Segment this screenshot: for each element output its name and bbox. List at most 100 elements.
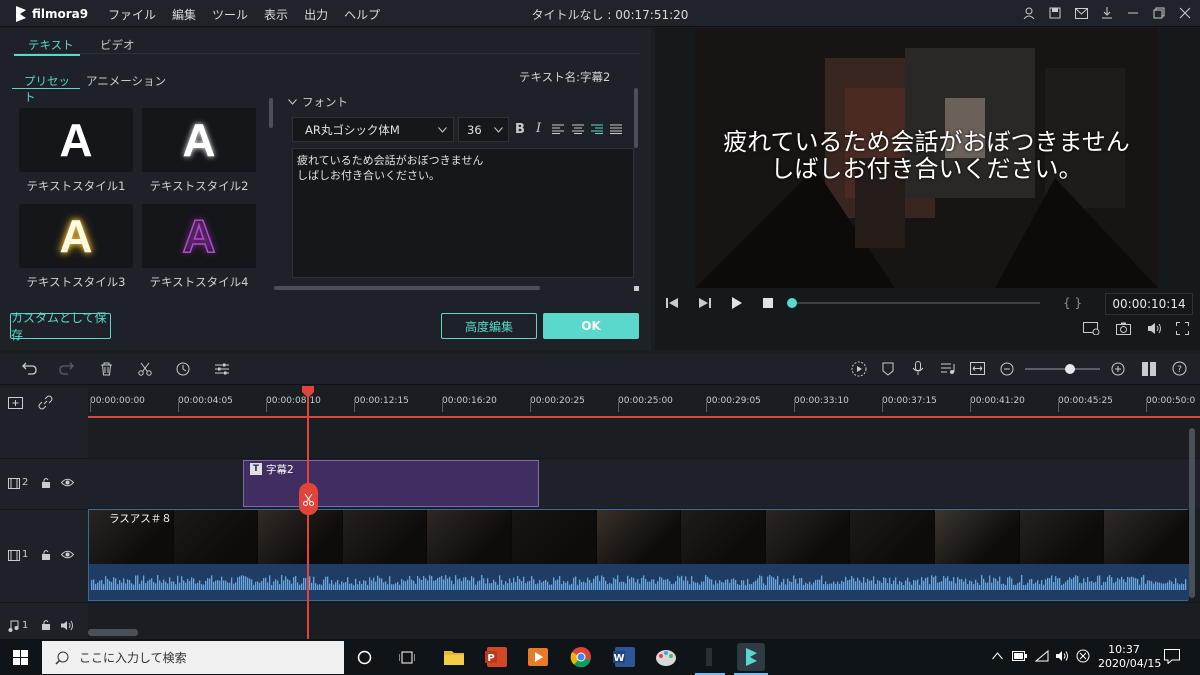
windows-start-icon[interactable] — [13, 650, 28, 665]
align-left-icon[interactable] — [552, 124, 564, 134]
font-family-select[interactable]: AR丸ゴシック体M — [292, 117, 454, 142]
eye-icon[interactable] — [61, 478, 74, 487]
speaker-icon[interactable] — [60, 620, 74, 631]
playback-slider[interactable] — [787, 298, 1040, 308]
ok-button[interactable]: OK — [543, 313, 639, 339]
prev-frame-icon[interactable] — [665, 297, 679, 309]
marker-icon[interactable] — [882, 362, 894, 376]
undo-icon[interactable] — [22, 362, 37, 375]
style-tile-1[interactable]: A テキストスタイル1 — [19, 108, 133, 194]
advanced-edit-button[interactable]: 高度編集 — [441, 313, 537, 339]
in-out-markers[interactable]: { } — [1063, 296, 1082, 310]
menu-help[interactable]: ヘルプ — [336, 6, 388, 23]
align-right-icon[interactable] — [591, 124, 603, 134]
menu-edit[interactable]: 編集 — [164, 6, 204, 23]
styles-scrollbar[interactable] — [269, 98, 273, 128]
playback-knob[interactable] — [787, 298, 797, 308]
next-frame-icon[interactable] — [698, 297, 712, 309]
lock-icon[interactable] — [41, 549, 51, 561]
account-icon[interactable] — [1020, 4, 1038, 22]
filmora-taskbar-icon[interactable] — [737, 643, 765, 671]
powerpoint-icon[interactable]: P — [482, 643, 510, 671]
redo-icon[interactable] — [59, 362, 74, 375]
taskbar-search-box[interactable]: ここに入力して検索 — [42, 641, 344, 674]
save-icon[interactable] — [1046, 4, 1064, 22]
playhead-handle[interactable] — [302, 386, 314, 398]
horizontal-scrollbar[interactable] — [274, 286, 540, 290]
save-custom-button[interactable]: カスタムとして保存 — [10, 311, 111, 342]
battery-icon[interactable] — [1012, 651, 1027, 661]
link-icon[interactable] — [38, 395, 53, 410]
microphone-icon[interactable] — [912, 361, 924, 376]
zoom-slider[interactable] — [1025, 364, 1100, 374]
snapshot-icon[interactable] — [1116, 322, 1131, 335]
chevron-up-icon[interactable] — [992, 652, 1003, 660]
tab-text[interactable]: テキスト — [28, 37, 74, 53]
fit-timeline-icon[interactable] — [970, 362, 985, 375]
subtab-preset[interactable]: プリセット — [24, 73, 80, 105]
tab-video[interactable]: ビデオ — [100, 37, 135, 53]
notification-icon[interactable] — [1164, 649, 1180, 664]
word-icon[interactable]: W — [610, 643, 638, 671]
ime-icon[interactable] — [1076, 649, 1090, 663]
app-icon[interactable] — [695, 643, 723, 671]
minimize-icon[interactable] — [1124, 4, 1142, 22]
play-icon[interactable] — [731, 297, 743, 309]
voiceover-icon[interactable] — [941, 362, 955, 375]
help-icon[interactable]: ? — [1172, 361, 1187, 376]
style-tile-3[interactable]: A テキストスタイル3 — [19, 204, 133, 290]
cortana-icon[interactable] — [357, 650, 372, 665]
lock-icon[interactable] — [41, 619, 51, 631]
file-explorer-icon[interactable] — [440, 643, 468, 671]
zoom-knob[interactable] — [1065, 364, 1075, 374]
paint-icon[interactable] — [652, 643, 680, 671]
video-player-icon[interactable] — [524, 643, 552, 671]
font-section-header[interactable]: フォント — [288, 94, 348, 110]
speed-icon[interactable] — [176, 362, 190, 376]
chrome-icon[interactable] — [567, 643, 595, 671]
bold-button[interactable]: B — [515, 122, 525, 137]
system-volume-icon[interactable] — [1055, 650, 1070, 662]
render-preview-icon[interactable] — [1083, 322, 1100, 335]
close-icon[interactable] — [1176, 4, 1194, 22]
video-clip[interactable]: ラスアス＃８ — [88, 509, 1189, 601]
fullscreen-icon[interactable] — [1176, 322, 1189, 335]
resize-handle[interactable] — [634, 286, 639, 291]
menu-export[interactable]: 出力 — [296, 6, 336, 23]
title-clip[interactable]: T 字幕2 — [243, 460, 539, 507]
render-icon[interactable] — [851, 361, 867, 377]
menu-tools[interactable]: ツール — [204, 6, 256, 23]
eye-icon[interactable] — [61, 550, 74, 559]
text-content-area[interactable]: 疲れているため会話がおぼつきません しばしお付き合いください。 — [292, 148, 634, 278]
add-track-icon[interactable] — [8, 395, 25, 410]
split-view-icon[interactable] — [1141, 361, 1157, 377]
timeline-vscrollbar[interactable] — [1189, 428, 1195, 598]
menu-file[interactable]: ファイル — [100, 6, 164, 23]
style-tile-4[interactable]: A テキストスタイル4 — [142, 204, 256, 290]
italic-button[interactable]: I — [536, 121, 541, 136]
align-justify-icon[interactable] — [610, 124, 622, 134]
task-view-icon[interactable] — [399, 650, 415, 665]
timeline-hscrollbar[interactable] — [88, 629, 138, 636]
zoom-out-icon[interactable] — [1000, 362, 1014, 376]
subtab-animation[interactable]: アニメーション — [86, 73, 166, 89]
stop-icon[interactable] — [762, 297, 774, 309]
adjust-icon[interactable] — [215, 362, 229, 376]
wifi-icon[interactable] — [1035, 650, 1049, 662]
download-icon[interactable] — [1098, 4, 1116, 22]
zoom-in-icon[interactable] — [1111, 362, 1125, 376]
font-size-select[interactable]: 36 — [458, 117, 509, 142]
time-ruler[interactable]: 00:00:00:00 00:00:04:05 00:00:08:10 00:00:1… — [88, 386, 1200, 416]
align-center-icon[interactable] — [572, 124, 584, 134]
volume-icon[interactable] — [1147, 322, 1162, 335]
restore-icon[interactable] — [1150, 4, 1168, 22]
lock-icon[interactable] — [41, 477, 51, 489]
delete-icon[interactable] — [100, 362, 113, 376]
menu-view[interactable]: 表示 — [256, 6, 296, 23]
mail-icon[interactable] — [1072, 4, 1090, 22]
cut-icon[interactable] — [138, 362, 152, 376]
style-tile-2[interactable]: A テキストスタイル2 — [142, 108, 256, 194]
playhead-split-button[interactable] — [299, 483, 318, 515]
clock[interactable]: 10:37 2020/04/15 — [1098, 643, 1161, 671]
font-scrollbar[interactable] — [634, 88, 638, 148]
